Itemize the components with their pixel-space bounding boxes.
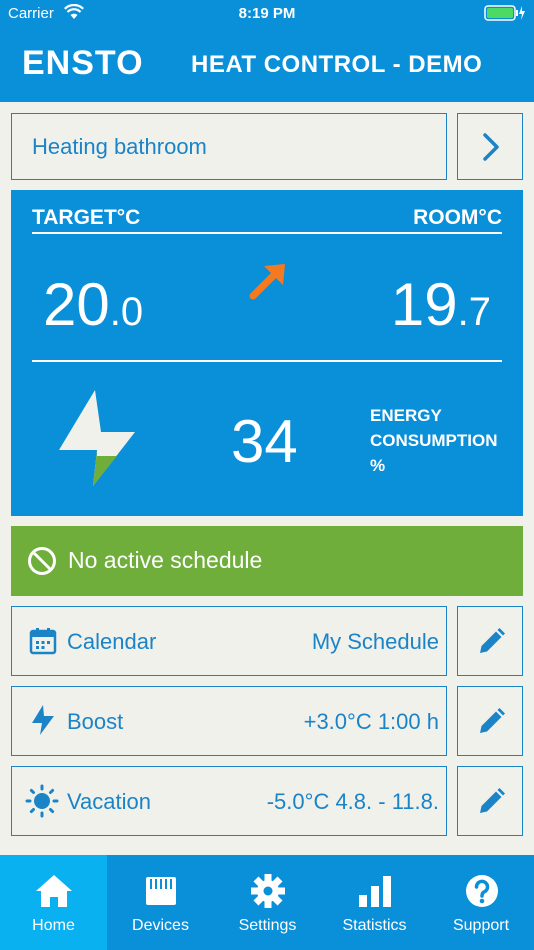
page-title: HEAT CONTROL - DEMO bbox=[191, 51, 483, 78]
tab-bar: Home Devices Settings Statistics Support bbox=[0, 855, 534, 950]
target-temperature[interactable]: 20.0 bbox=[43, 270, 143, 339]
row-value: +3.0°C 1:00 h bbox=[303, 709, 439, 734]
energy-value: 34 bbox=[231, 408, 298, 475]
question-icon bbox=[466, 875, 498, 907]
row-name: Calendar bbox=[67, 629, 157, 654]
schedule-status-bar: No active schedule bbox=[11, 526, 523, 596]
device-selector[interactable]: Heating bathroom bbox=[11, 113, 447, 180]
edit-boost-button[interactable] bbox=[457, 686, 523, 756]
divider bbox=[32, 360, 502, 362]
divider bbox=[32, 232, 502, 234]
next-device-button[interactable] bbox=[457, 113, 523, 180]
arrow-up-right-icon bbox=[249, 264, 285, 300]
tab-support[interactable]: Support bbox=[428, 855, 534, 950]
vacation-row[interactable]: Vacation -5.0°C 4.8. - 11.8. bbox=[11, 766, 447, 836]
row-value: -5.0°C 4.8. - 11.8. bbox=[266, 789, 439, 814]
row-name: Boost bbox=[67, 709, 124, 734]
gear-icon bbox=[251, 874, 285, 908]
lightning-icon bbox=[59, 390, 135, 486]
device-icon bbox=[146, 877, 176, 905]
home-icon bbox=[36, 875, 72, 907]
device-name: Heating bathroom bbox=[32, 134, 207, 159]
no-entry-icon bbox=[28, 547, 56, 575]
tab-statistics[interactable]: Statistics bbox=[321, 855, 428, 950]
status-bar: Carrier 8:19 PM bbox=[0, 0, 534, 28]
boost-row[interactable]: Boost +3.0°C 1:00 h bbox=[11, 686, 447, 756]
calendar-icon bbox=[29, 628, 57, 655]
sun-icon bbox=[25, 784, 59, 818]
pencil-icon bbox=[480, 708, 505, 733]
edit-calendar-button[interactable] bbox=[457, 606, 523, 676]
pencil-icon bbox=[480, 628, 505, 653]
battery-icon bbox=[484, 5, 525, 21]
schedule-status-text: No active schedule bbox=[68, 547, 263, 573]
app-header: ENSTO HEAT CONTROL - DEMO bbox=[0, 28, 534, 102]
chevron-right-icon bbox=[483, 133, 499, 161]
edit-vacation-button[interactable] bbox=[457, 766, 523, 836]
target-label: TARGET°C bbox=[32, 206, 141, 229]
room-temperature: 19.7 bbox=[390, 271, 491, 338]
bar-chart-icon bbox=[359, 876, 391, 907]
row-name: Vacation bbox=[67, 789, 151, 814]
climate-panel: TARGET°C ROOM°C 20.0 19.7 34 ENERGY CONS… bbox=[11, 190, 523, 516]
tab-devices[interactable]: Devices bbox=[107, 855, 214, 950]
tab-home[interactable]: Home bbox=[0, 855, 107, 950]
ensto-logo: ENSTO bbox=[22, 44, 144, 82]
clock: 8:19 PM bbox=[238, 5, 296, 22]
room-label: ROOM°C bbox=[413, 206, 502, 229]
pencil-icon bbox=[480, 788, 505, 813]
row-value: My Schedule bbox=[311, 629, 439, 654]
energy-label: ENERGY CONSUMPTION % bbox=[370, 406, 498, 475]
lightning-icon bbox=[32, 705, 54, 735]
tab-settings[interactable]: Settings bbox=[214, 855, 321, 950]
calendar-row[interactable]: Calendar My Schedule bbox=[11, 606, 447, 676]
